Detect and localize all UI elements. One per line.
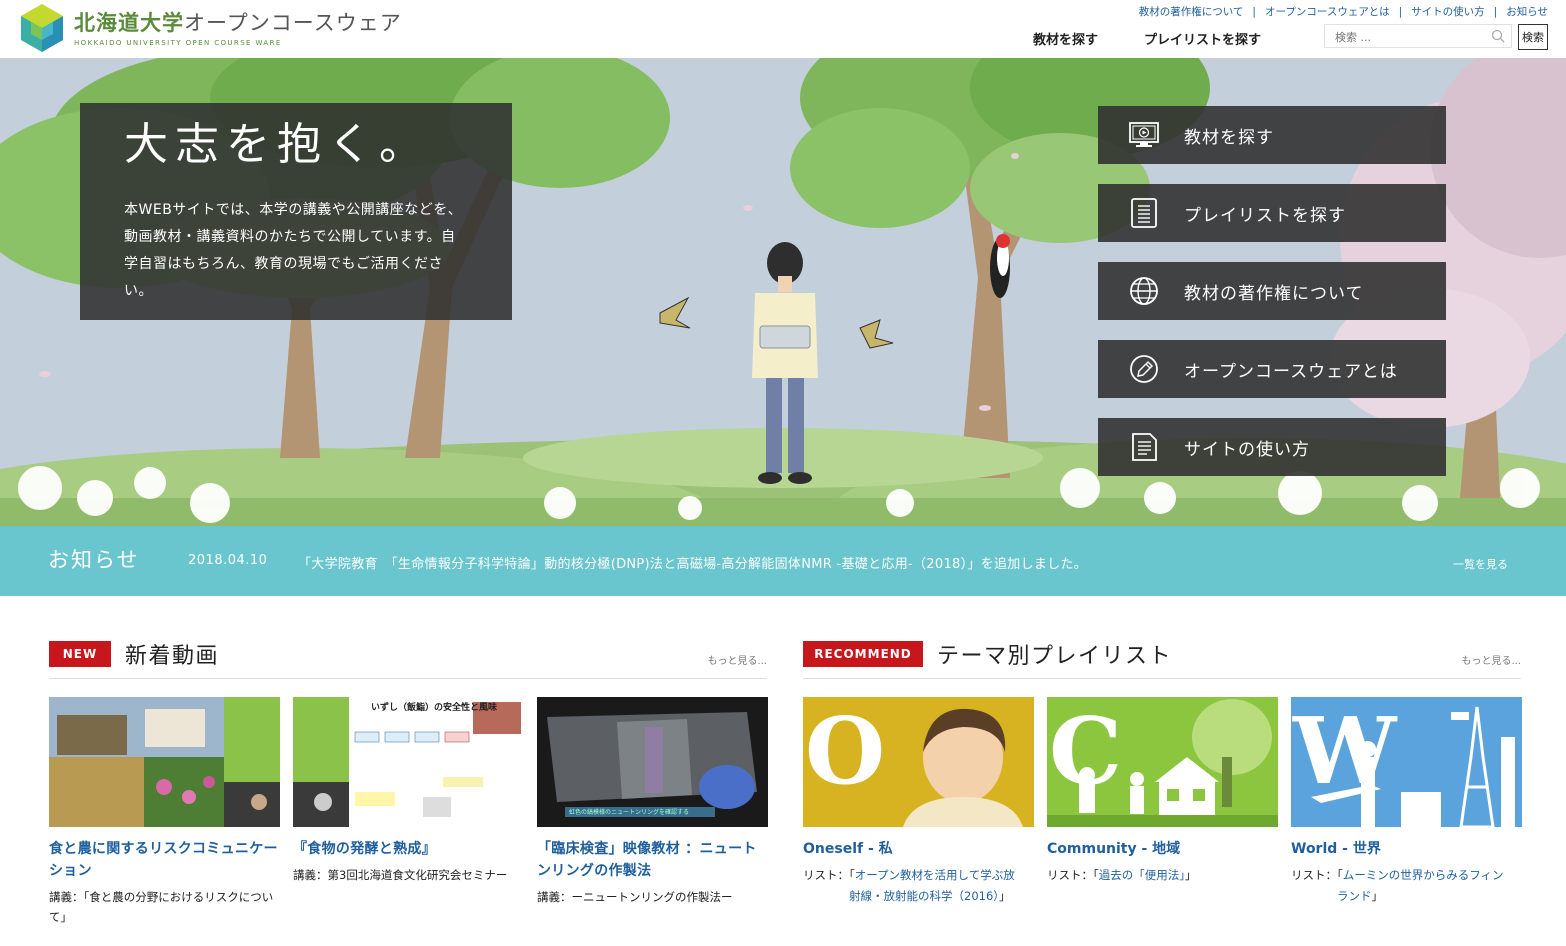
- playlist-title[interactable]: World - 世界: [1291, 838, 1522, 860]
- top-links: 教材の著作権について | オープンコースウェアとは | サイトの使い方 | お知らせ: [1138, 6, 1548, 18]
- hero-description: 本WEBサイトでは、本学の講義や公開講座などを、動画教材・講義資料のかたちで公開…: [124, 202, 463, 299]
- toplink-how-to-use[interactable]: サイトの使い方: [1411, 6, 1485, 18]
- playlist-link[interactable]: 過去の「便用法」: [1099, 868, 1185, 882]
- search-box: [1324, 24, 1512, 48]
- playlist-link[interactable]: ランド: [1337, 889, 1372, 903]
- playlist-thumbnail[interactable]: C: [1047, 697, 1278, 827]
- video-thumbnail[interactable]: [49, 697, 280, 827]
- hero-title: 大志を抱く。: [124, 119, 430, 170]
- nav-find-playlists[interactable]: プレイリストを探す: [1144, 33, 1261, 48]
- site-header: 北海道大学オープンコースウェア HOKKAIDO UNIVERSITY OPEN…: [0, 0, 1566, 58]
- video-thumbnail-image: [49, 697, 280, 827]
- nav-find-materials[interactable]: 教材を探す: [1033, 33, 1098, 48]
- news-item-link[interactable]: 「大学院教育 「生命情報分子科学特論」動的核分極(DNP)法と高磁場-高分解能固…: [298, 553, 1087, 572]
- video-lecture: 講義：ーニュートンリングの作製法ー: [537, 890, 733, 904]
- site-logo[interactable]: 北海道大学オープンコースウェア HOKKAIDO UNIVERSITY OPEN…: [20, 3, 401, 55]
- toplink-about-ocw[interactable]: オープンコースウェアとは: [1265, 6, 1390, 18]
- logo-cube-icon: [21, 4, 63, 52]
- hero-intro-panel: 大志を抱く。 本WEBサイトでは、本学の講義や公開講座などを、動画教材・講義資料…: [80, 103, 512, 320]
- thumbnail-caption: 虹色の縞模様のニュートンリングを確認する: [569, 809, 690, 816]
- recommend-badge: RECOMMEND: [803, 641, 923, 667]
- playlist-letter: O: [805, 697, 886, 805]
- video-card[interactable]: 食と農に関するリスクコミュニケーション 講義：「食と農の分野におけるリスクについ…: [49, 697, 280, 927]
- main-nav: 教材を探す プレイリストを探す: [1033, 29, 1307, 48]
- playlist-link[interactable]: オープン教材を活用して学ぶ放: [855, 868, 1015, 882]
- hero-menu-find-materials[interactable]: 教材を探す: [1098, 106, 1446, 164]
- hero-menu-label: 教材の著作権について: [1184, 284, 1364, 304]
- list-icon: [1131, 198, 1157, 228]
- video-thumbnail[interactable]: いずし（飯鮨）の安全性と風味: [293, 697, 524, 827]
- new-videos-more-link[interactable]: もっと見る...: [707, 652, 767, 667]
- hero-menu-about-ocw[interactable]: オープンコースウェアとは: [1098, 340, 1446, 398]
- video-thumbnail[interactable]: 虹色の縞模様のニュートンリングを確認する: [537, 697, 768, 827]
- news-more-link[interactable]: 一覧を見る: [1453, 556, 1508, 572]
- search-input[interactable]: [1333, 26, 1487, 48]
- hero-menu-label: 教材を探す: [1184, 128, 1274, 148]
- hero-menu-how-to-use[interactable]: サイトの使い方: [1098, 418, 1446, 476]
- hero-menu-find-playlists[interactable]: プレイリストを探す: [1098, 184, 1446, 242]
- hero-banner: 大志を抱く。 本WEBサイトでは、本学の講義や公開講座などを、動画教材・講義資料…: [0, 58, 1566, 526]
- video-card[interactable]: 虹色の縞模様のニュートンリングを確認する 「臨床検査」映像教材 ：ニュートンリン…: [537, 697, 768, 907]
- toplink-copyright[interactable]: 教材の著作権について: [1139, 6, 1244, 18]
- playlist-link[interactable]: 射線・放射能の科学（2016）: [849, 889, 999, 903]
- playlists-header: RECOMMEND テーマ別プレイリスト もっと見る...: [803, 640, 1521, 679]
- playlist-letter: W: [1293, 697, 1397, 805]
- toplink-news[interactable]: お知らせ: [1506, 6, 1548, 18]
- monitor-play-icon: [1129, 122, 1159, 147]
- hero-menu-copyright[interactable]: 教材の著作権について: [1098, 262, 1446, 320]
- video-card[interactable]: いずし（飯鮨）の安全性と風味 『食物の発酵と熟成』 講義：第3回北海道食文化研究…: [293, 697, 524, 885]
- video-thumbnail-image: [293, 697, 524, 827]
- video-title[interactable]: 「臨床検査」映像教材 ：ニュートンリングの作製法: [537, 838, 768, 882]
- news-bar: お知らせ 2018.04.10 「大学院教育 「生命情報分子科学特論」動的核分極…: [0, 526, 1566, 596]
- playlist-card[interactable]: C Community - 地域 リスト：「過去の「便用法」」: [1047, 697, 1278, 886]
- new-videos-title: 新着動画: [125, 644, 220, 669]
- video-lecture: 講義：第3回北海道食文化研究会セミナー: [293, 868, 508, 882]
- hero-menu-label: サイトの使い方: [1184, 440, 1310, 460]
- news-date: 2018.04.10: [188, 553, 268, 568]
- playlist-card[interactable]: W World - 世界 リスト：「ムーミンの世界からみるフィン ランド」: [1291, 697, 1522, 907]
- playlist-list: リスト：「ムーミンの世界からみるフィン ランド」: [1291, 868, 1504, 903]
- video-title[interactable]: 食と農に関するリスクコミュニケーション: [49, 838, 280, 882]
- playlist-title[interactable]: Oneself - 私: [803, 838, 1034, 860]
- playlist-thumbnail[interactable]: O: [803, 697, 1034, 827]
- playlist-thumbnail[interactable]: W: [1291, 697, 1522, 827]
- new-badge: NEW: [49, 641, 111, 667]
- document-icon: [1132, 433, 1157, 461]
- playlist-list: リスト：「過去の「便用法」」: [1047, 868, 1197, 882]
- playlists-title: テーマ別プレイリスト: [937, 644, 1173, 669]
- thumbnail-caption: いずし（飯鮨）の安全性と風味: [371, 703, 498, 713]
- playlist-card[interactable]: O Oneself - 私 リスト：「オープン教材を活用して学ぶ放 射線・放射能の…: [803, 697, 1034, 907]
- search-button[interactable]: 検索: [1518, 24, 1548, 50]
- globe-icon: [1130, 277, 1158, 305]
- hero-menu-label: オープンコースウェアとは: [1184, 362, 1398, 382]
- logo-title: 北海道大学オープンコースウェア: [74, 11, 402, 35]
- news-title: お知らせ: [48, 548, 140, 572]
- new-videos-header: NEW 新着動画 もっと見る...: [49, 640, 767, 679]
- video-title[interactable]: 『食物の発酵と熟成』: [293, 838, 524, 860]
- search-icon: [1491, 29, 1505, 43]
- hero-menu-label: プレイリストを探す: [1184, 206, 1346, 226]
- playlist-list: リスト：「オープン教材を活用して学ぶ放 射線・放射能の科学（2016）」: [803, 868, 1015, 903]
- playlist-title[interactable]: Community - 地域: [1047, 838, 1278, 860]
- playlist-letter: C: [1049, 697, 1123, 805]
- playlist-link[interactable]: ムーミンの世界からみるフィン: [1343, 868, 1504, 882]
- video-lecture: 講義：「食と農の分野におけるリスクについて」: [49, 890, 274, 924]
- logo-subtitle: HOKKAIDO UNIVERSITY OPEN COURSE WARE: [74, 39, 282, 47]
- playlists-more-link[interactable]: もっと見る...: [1461, 652, 1521, 667]
- pencil-icon: [1130, 355, 1158, 383]
